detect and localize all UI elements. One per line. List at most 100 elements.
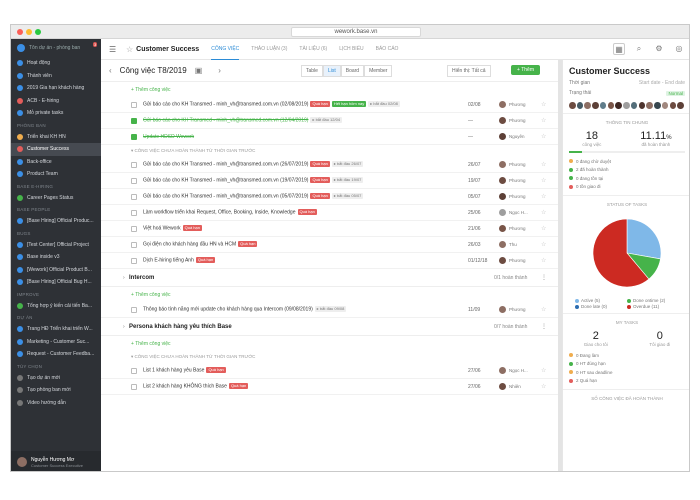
task-checkbox[interactable] xyxy=(131,193,137,200)
view-board-button[interactable]: Board xyxy=(340,65,365,77)
add-task-link[interactable]: + Thêm công việc xyxy=(101,82,558,97)
star-icon[interactable]: ☆ xyxy=(126,45,133,54)
next-month-icon[interactable]: › xyxy=(218,66,221,75)
star-icon[interactable]: ☆ xyxy=(541,193,546,200)
star-icon[interactable]: ☆ xyxy=(541,117,546,124)
star-icon[interactable]: ☆ xyxy=(541,383,546,390)
more-icon[interactable]: ⋮ xyxy=(541,323,547,330)
member-avatar[interactable] xyxy=(615,102,622,109)
member-avatar[interactable] xyxy=(607,102,615,109)
sidebar-item-top-0[interactable]: Hoạt động xyxy=(11,57,101,70)
member-avatar[interactable] xyxy=(654,102,661,109)
task-row[interactable]: Gửi báo cáo cho KH Transmed - minh_vh@tr… xyxy=(101,97,558,113)
task-name[interactable]: Gửi báo cáo cho KH Transmed - minh_vh@tr… xyxy=(143,101,400,108)
task-checkbox[interactable] xyxy=(131,209,137,216)
sidebar-item-phongban-2[interactable]: Back-office xyxy=(11,156,101,169)
grid-view-icon[interactable]: ▦ xyxy=(613,43,625,55)
sidebar-item-duan-0[interactable]: Trang HĐ Triển khai triển W... xyxy=(11,323,101,336)
task-row[interactable]: Gửi báo cáo cho KH Transmed - minh_vh@tr… xyxy=(101,189,558,205)
star-icon[interactable]: ☆ xyxy=(541,306,546,313)
task-row[interactable]: Gửi báo cáo cho KH Transmed - minh_vh@tr… xyxy=(101,173,558,189)
task-group-header[interactable]: › Intercom 0/1 hoàn thành ⋮ xyxy=(101,269,558,287)
task-row[interactable]: Làm workflow triển khai Request, Office,… xyxy=(101,205,558,221)
member-avatar[interactable] xyxy=(677,102,684,109)
close-icon[interactable] xyxy=(17,29,23,35)
member-avatar[interactable] xyxy=(576,102,584,109)
member-avatar[interactable] xyxy=(630,102,638,109)
sidebar-item-bugs-0[interactable]: [Test Center] Official Project xyxy=(11,239,101,252)
task-checkbox[interactable] xyxy=(131,241,137,248)
task-row[interactable]: Update HDSD Wework — Nguyên ☆ xyxy=(101,129,558,145)
task-row[interactable]: Gửi báo cáo cho KH Transmed - minh_vh@tr… xyxy=(101,113,558,129)
view-member-button[interactable]: Member xyxy=(364,65,393,77)
task-checkbox[interactable] xyxy=(131,177,137,184)
task-checkbox[interactable] xyxy=(131,225,137,232)
sidebar-org[interactable]: Tôn dự án - phòng ban 3 xyxy=(11,39,101,57)
member-avatar[interactable] xyxy=(592,102,599,109)
member-avatar[interactable] xyxy=(623,102,630,109)
assigned-to-me-stat[interactable]: 2 Giao cho tôi xyxy=(584,330,608,347)
member-avatar[interactable] xyxy=(646,102,653,109)
task-row[interactable]: Gửi báo cáo cho KH Transmed - minh_vh@tr… xyxy=(101,157,558,173)
task-row[interactable]: Gọi điện cho khách hàng đầu HN và HCM Quá… xyxy=(101,237,558,253)
sidebar-item-bugs-3[interactable]: [Base Hiring] Official Bug H... xyxy=(11,276,101,289)
star-icon[interactable]: ☆ xyxy=(541,133,546,140)
task-row[interactable]: List 2 khách hàng KHÔNG thích Base Quá hạ… xyxy=(101,379,558,395)
sidebar-item-phongban-3[interactable]: Product Team xyxy=(11,168,101,181)
chevron-down-icon[interactable]: › xyxy=(123,275,125,281)
member-avatar[interactable] xyxy=(599,102,607,109)
sidebar-item-tuychon-0[interactable]: Tạo dự án mới xyxy=(11,372,101,385)
task-name[interactable]: Gửi báo cáo cho KH Transmed - minh_vh@tr… xyxy=(143,161,364,168)
task-name[interactable]: List 2 khách hàng KHÔNG thích Base Quá hạ… xyxy=(143,383,249,390)
task-name[interactable]: Làm workflow triển khai Request, Office,… xyxy=(143,209,317,216)
tab-lichbieu[interactable]: LỊCH BIỂU xyxy=(339,39,363,60)
task-group-header[interactable]: › Persona khách hàng yêu thích Base 0/7 ho… xyxy=(101,318,558,336)
task-row[interactable]: Việt hoá Wework Quá hạn 21/06 Phương ☆ xyxy=(101,221,558,237)
sidebar-item-duan-1[interactable]: Marketing - Customer Suc... xyxy=(11,336,101,349)
view-list-button[interactable]: List xyxy=(322,65,341,77)
task-checkbox[interactable] xyxy=(131,383,137,390)
add-task-link[interactable]: + Thêm công việc xyxy=(101,336,558,351)
member-avatar[interactable] xyxy=(584,102,592,109)
sidebar-item-ehiring-0[interactable]: Career Pages Status xyxy=(11,192,101,205)
task-checkbox[interactable] xyxy=(131,161,137,168)
calendar-icon[interactable]: ▣ xyxy=(195,66,203,75)
view-table-button[interactable]: Table xyxy=(301,65,323,77)
more-icon[interactable]: ◎ xyxy=(673,43,685,55)
sidebar-item-duan-2[interactable]: Request - Customer Feedba... xyxy=(11,348,101,361)
star-icon[interactable]: ☆ xyxy=(541,161,546,168)
task-name[interactable]: Việt hoá Wework Quá hạn xyxy=(143,225,202,232)
task-row[interactable]: List 1 khách hàng yêu Base Quá hạn 27/06 Ng… xyxy=(101,363,558,379)
tab-baocao[interactable]: BÁO CÁO xyxy=(376,39,399,60)
task-checkbox[interactable] xyxy=(131,257,137,264)
star-icon[interactable]: ☆ xyxy=(541,177,546,184)
time-value[interactable]: Start date - End date xyxy=(639,80,685,86)
task-name[interactable]: Gửi báo cáo cho KH Transmed - minh_vh@tr… xyxy=(143,177,364,184)
tab-tailieu[interactable]: TÀI LIỆU (6) xyxy=(299,39,327,60)
sidebar-item-top-4[interactable]: Mỏ private tasks xyxy=(11,107,101,120)
sidebar-item-phongban-0[interactable]: Triển khai KH HN xyxy=(11,131,101,144)
sidebar-item-top-3[interactable]: ACB - E-hiring xyxy=(11,95,101,108)
menu-icon[interactable]: ☰ xyxy=(109,45,118,54)
task-row[interactable]: Dịch E-hiring tiếng Anh Quá hạn 01/12/18 Ph… xyxy=(101,253,558,269)
status-badge[interactable]: Normal xyxy=(666,90,685,96)
star-icon[interactable]: ☆ xyxy=(541,367,546,374)
task-checkbox[interactable] xyxy=(131,133,137,140)
overdue-section-label[interactable]: ▾ CÔNG VIỆC CHƯA HOÀN THÀNH TỪ THỜI GIAN… xyxy=(101,351,558,363)
sidebar-item-phongban-1[interactable]: Customer Success xyxy=(11,143,101,156)
add-task-link[interactable]: + Thêm công việc xyxy=(101,287,558,302)
task-name[interactable]: Gọi điện cho khách hàng đầu HN và HCM Quá… xyxy=(143,241,258,248)
sidebar-item-tuychon-1[interactable]: Tạo phòng ban mới xyxy=(11,384,101,397)
sidebar-item-tuychon-2[interactable]: Video hướng dẫn xyxy=(11,397,101,410)
assigned-by-me-stat[interactable]: 0 Tôi giao đi xyxy=(649,330,670,347)
member-avatar[interactable] xyxy=(669,102,677,109)
task-checkbox[interactable] xyxy=(131,101,137,108)
star-icon[interactable]: ☆ xyxy=(541,241,546,248)
minimize-icon[interactable] xyxy=(26,29,32,35)
member-avatar[interactable] xyxy=(661,102,669,109)
task-name[interactable]: Dịch E-hiring tiếng Anh Quá hạn xyxy=(143,257,216,264)
search-icon[interactable]: ⌕ xyxy=(633,43,645,55)
user-profile[interactable]: Nguyễn Hương Mơ Customer Success Executi… xyxy=(11,451,101,471)
tab-congviec[interactable]: CÔNG VIỆC xyxy=(211,39,240,60)
add-button[interactable]: + Thêm xyxy=(511,65,540,75)
